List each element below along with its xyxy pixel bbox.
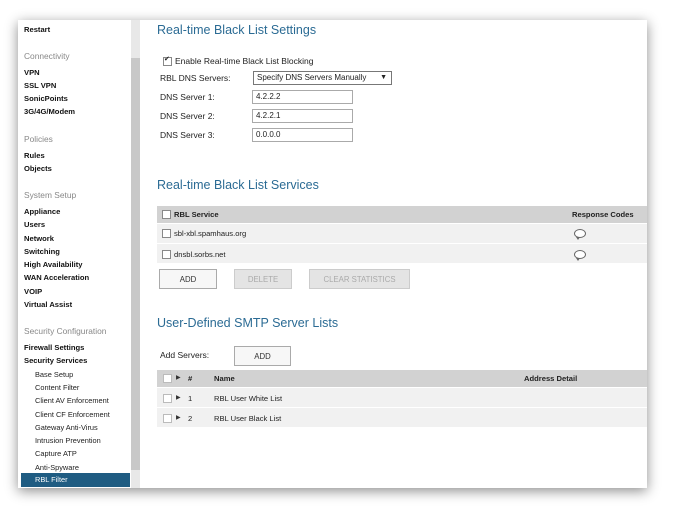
- main-content: Real-time Black List Settings Enable Rea…: [140, 20, 647, 488]
- sidebar-item-restart[interactable]: Restart: [24, 25, 50, 34]
- row-num: 1: [188, 394, 193, 403]
- sidebar-heading-connectivity: Connectivity: [24, 51, 70, 61]
- dns3-label: DNS Server 3:: [160, 130, 215, 140]
- rbl-dns-select[interactable]: Specify DNS Servers Manually ▼: [253, 71, 392, 85]
- enable-rbl-label: Enable Real-time Black List Blocking: [175, 56, 314, 66]
- row-checkbox[interactable]: [162, 250, 171, 259]
- select-all-services-checkbox[interactable]: [162, 210, 171, 219]
- dns2-label: DNS Server 2:: [160, 111, 215, 121]
- table-row[interactable]: ▶ 2 RBL User Black List: [157, 408, 647, 428]
- row-checkbox[interactable]: [162, 229, 171, 238]
- sidebar-item-appliance[interactable]: Appliance: [24, 207, 60, 216]
- sidebar-subitem-intrusion-prevention[interactable]: Intrusion Prevention: [35, 436, 101, 445]
- sidebar-subitem-base-setup[interactable]: Base Setup: [35, 370, 73, 379]
- enable-rbl-checkbox[interactable]: [163, 55, 172, 66]
- sidebar-heading-policies: Policies: [24, 134, 53, 144]
- dns3-input[interactable]: 0.0.0.0: [252, 128, 353, 142]
- row-checkbox[interactable]: [163, 414, 172, 423]
- sidebar-item-objects[interactable]: Objects: [24, 164, 52, 173]
- smtp-table-header: ▶ # Name Address Detail: [157, 370, 647, 387]
- select-all-smtp-checkbox[interactable]: [163, 374, 172, 383]
- services-table-header: RBL Service Response Codes: [157, 206, 647, 223]
- sidebar-item-switching[interactable]: Switching: [24, 247, 60, 256]
- sidebar-subitem-client-av[interactable]: Client AV Enforcement: [35, 396, 109, 405]
- expand-all-icon[interactable]: ▶: [176, 374, 181, 381]
- sidebar-item-voip[interactable]: VOIP: [24, 287, 42, 296]
- sidebar-item-security-services[interactable]: Security Services: [24, 356, 87, 365]
- dns2-input[interactable]: 4.2.2.1: [252, 109, 353, 123]
- sidebar-item-modem[interactable]: 3G/4G/Modem: [24, 107, 75, 116]
- add-servers-label: Add Servers:: [160, 350, 210, 360]
- row-num: 2: [188, 414, 193, 423]
- row-checkbox[interactable]: [163, 394, 172, 403]
- sidebar-item-ssl-vpn[interactable]: SSL VPN: [24, 81, 56, 90]
- table-row[interactable]: ▶ 1 RBL User White List: [157, 388, 647, 408]
- sidebar-item-wan-acceleration[interactable]: WAN Acceleration: [24, 273, 89, 282]
- sidebar-heading-system-setup: System Setup: [24, 190, 77, 200]
- sidebar-item-vpn[interactable]: VPN: [24, 68, 40, 77]
- sidebar-subitem-gateway-av[interactable]: Gateway Anti-Virus: [35, 423, 98, 432]
- service-name: sbl-xbl.spamhaus.org: [174, 229, 247, 238]
- delete-service-button[interactable]: DELETE: [234, 269, 292, 289]
- dns1-label: DNS Server 1:: [160, 92, 215, 102]
- window-frame: Restart Connectivity VPN SSL VPN SonicPo…: [18, 20, 647, 488]
- rbl-dns-label: RBL DNS Servers:: [160, 73, 231, 83]
- chevron-down-icon: ▼: [380, 74, 387, 81]
- col-response-codes: Response Codes: [572, 210, 634, 219]
- sidebar-item-virtual-assist[interactable]: Virtual Assist: [24, 300, 72, 309]
- sidebar-subitem-client-cf[interactable]: Client CF Enforcement: [35, 410, 110, 419]
- dns1-input[interactable]: 4.2.2.2: [252, 90, 353, 104]
- table-row[interactable]: dnsbl.sorbs.net: [157, 244, 647, 264]
- settings-title: Real-time Black List Settings: [157, 23, 317, 37]
- add-service-button[interactable]: ADD: [159, 269, 217, 289]
- services-title: Real-time Black List Services: [157, 178, 319, 192]
- sidebar-active-label: RBL Filter: [35, 475, 68, 484]
- row-name: RBL User White List: [214, 394, 283, 403]
- sidebar: Restart Connectivity VPN SSL VPN SonicPo…: [18, 20, 130, 488]
- sidebar-item-users[interactable]: Users: [24, 220, 45, 229]
- sidebar-subitem-rbl-filter[interactable]: RBL Filter: [21, 473, 130, 487]
- smtp-title: User-Defined SMTP Server Lists: [157, 316, 339, 330]
- clear-statistics-button[interactable]: CLEAR STATISTICS: [309, 269, 410, 289]
- sidebar-scroll-thumb[interactable]: [131, 58, 140, 470]
- comment-icon[interactable]: [574, 250, 586, 261]
- col-address-detail: Address Detail: [524, 374, 578, 383]
- col-name: Name: [214, 374, 235, 383]
- row-name: RBL User Black List: [214, 414, 282, 423]
- service-name: dnsbl.sorbs.net: [174, 250, 226, 259]
- rbl-dns-select-value: Specify DNS Servers Manually: [257, 73, 367, 82]
- sidebar-subitem-capture-atp[interactable]: Capture ATP: [35, 449, 77, 458]
- sidebar-subitem-anti-spyware[interactable]: Anti-Spyware: [35, 463, 79, 472]
- sidebar-item-firewall-settings[interactable]: Firewall Settings: [24, 343, 84, 352]
- sidebar-subitem-content-filter[interactable]: Content Filter: [35, 383, 79, 392]
- expand-icon[interactable]: ▶: [176, 414, 181, 421]
- expand-icon[interactable]: ▶: [176, 394, 181, 401]
- col-num: #: [188, 374, 193, 383]
- sidebar-item-rules[interactable]: Rules: [24, 151, 45, 160]
- sidebar-heading-security: Security Configuration: [24, 326, 107, 336]
- comment-icon[interactable]: [574, 229, 586, 240]
- col-rbl-service: RBL Service: [174, 210, 219, 219]
- sidebar-item-network[interactable]: Network: [24, 234, 54, 243]
- sidebar-item-high-availability[interactable]: High Availability: [24, 260, 83, 269]
- add-server-button[interactable]: ADD: [234, 346, 291, 366]
- table-row[interactable]: sbl-xbl.spamhaus.org: [157, 224, 647, 244]
- sidebar-item-sonicpoints[interactable]: SonicPoints: [24, 94, 68, 103]
